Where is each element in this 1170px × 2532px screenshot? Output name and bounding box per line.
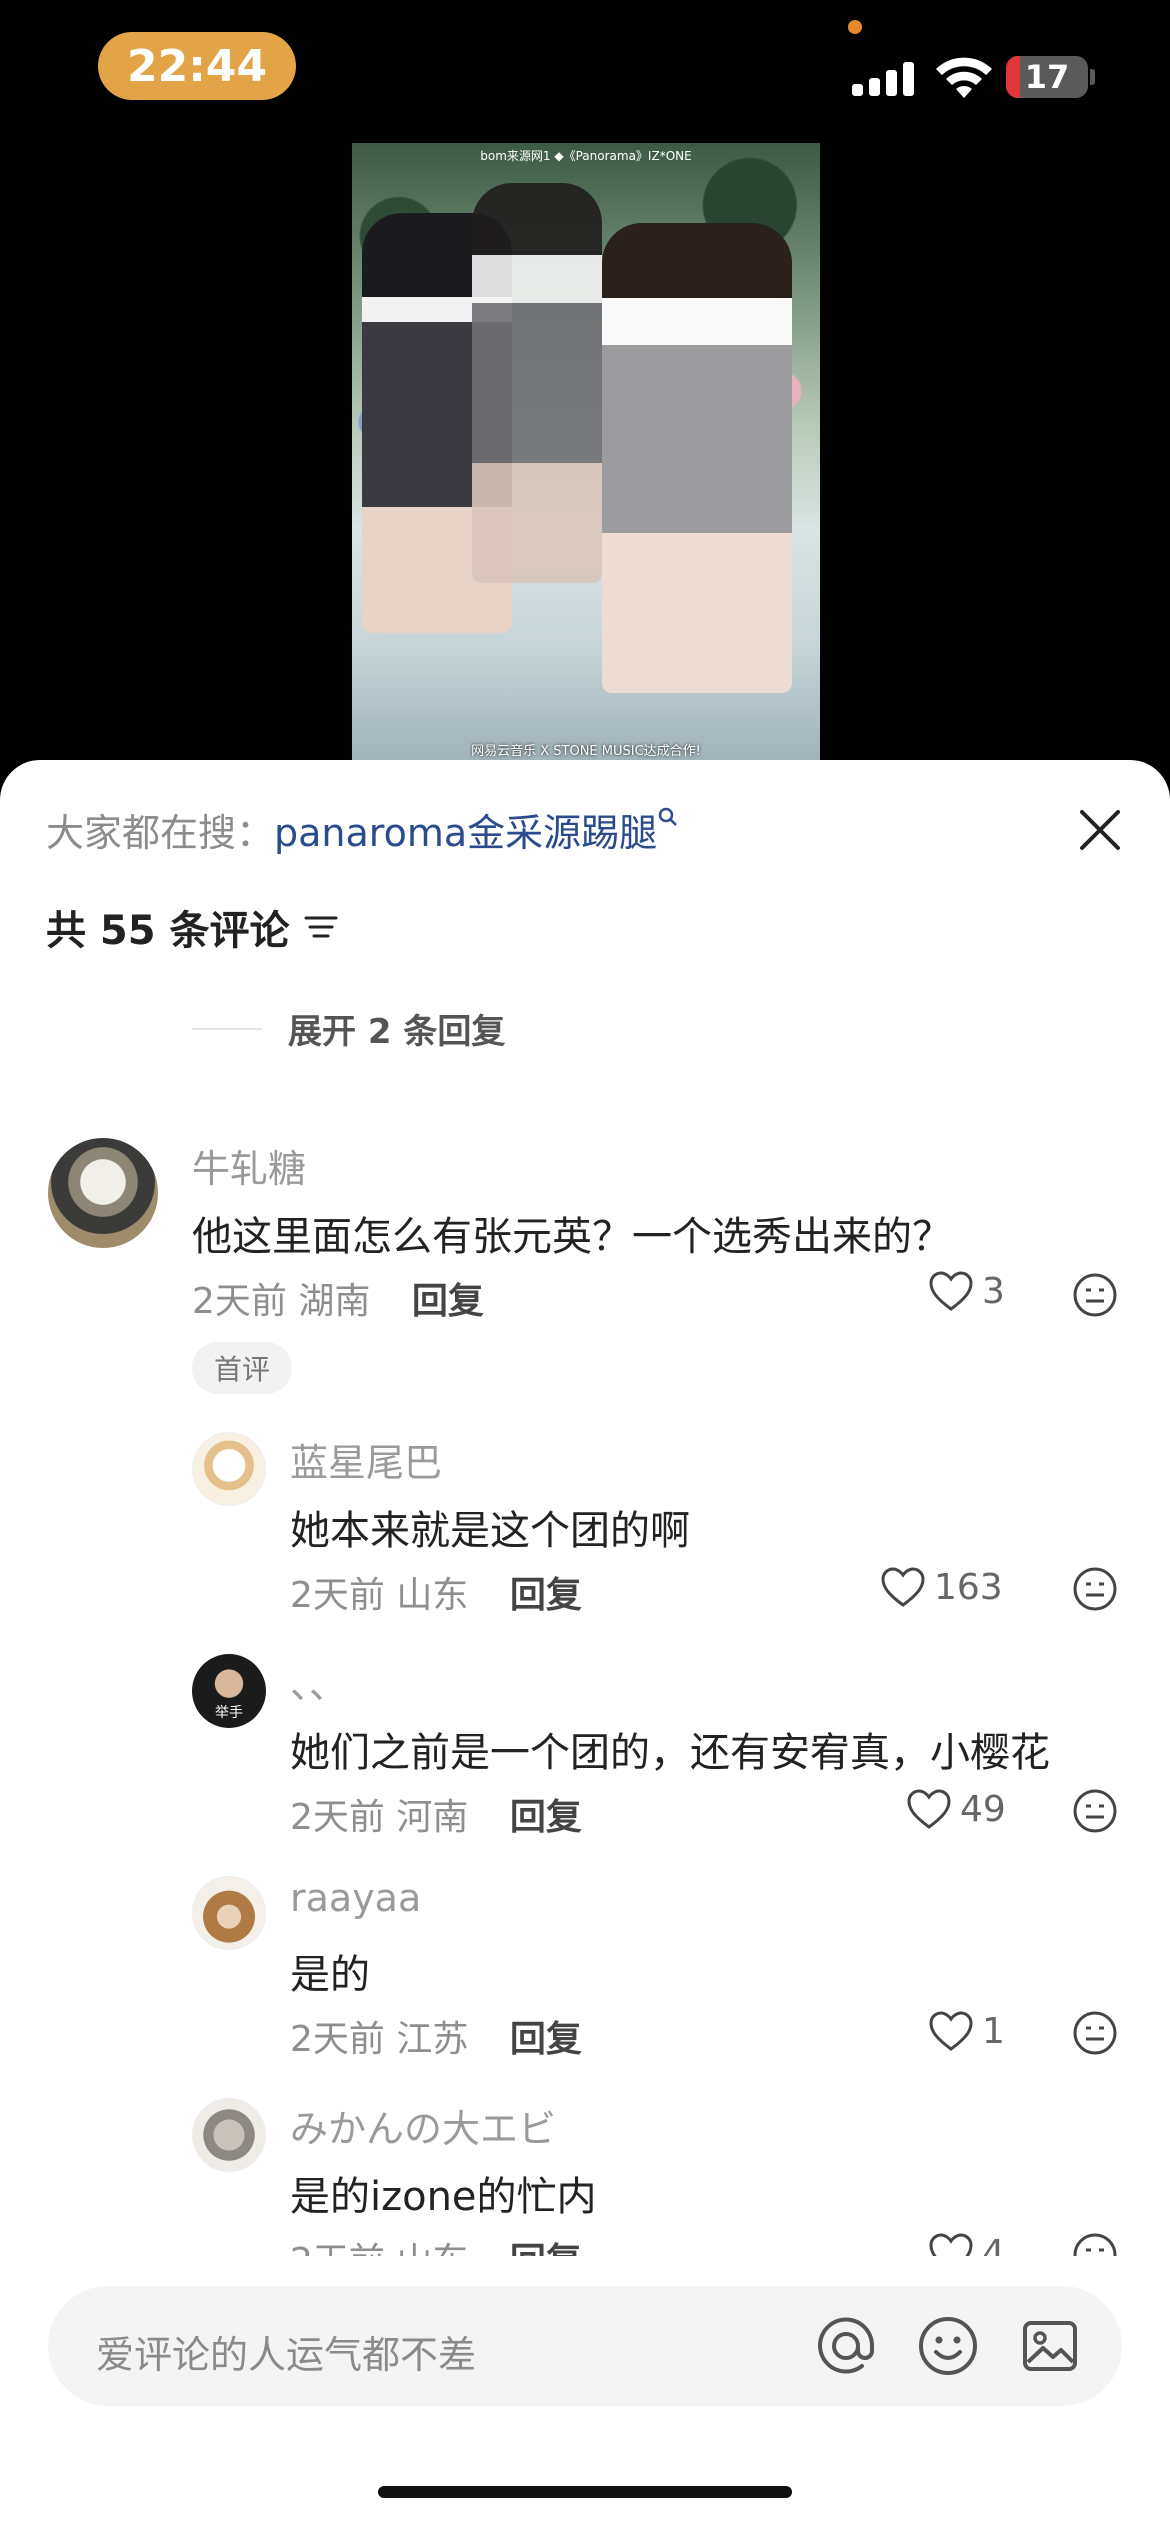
react-emoji-icon[interactable] [1072, 2010, 1118, 2056]
reply-location: 山东 [396, 1575, 469, 1616]
reply-meta: 2天前 山东 回复 [290, 1566, 582, 1618]
reply-author[interactable]: 蓝星尾巴 [290, 1432, 442, 1487]
comment-input-placeholder[interactable]: 爱评论的人运气都不差 [96, 2324, 476, 2379]
comment-location: 湖南 [298, 1281, 371, 1322]
battery-percentage: 17 [1024, 58, 1070, 96]
home-indicator[interactable] [378, 2486, 792, 2498]
comment-time: 2天前 [192, 1281, 287, 1322]
search-icon [658, 807, 678, 826]
like-button[interactable]: 1 [928, 2010, 1005, 2052]
cat-avatar[interactable] [192, 2098, 266, 2172]
privacy-indicator-dot [848, 20, 862, 34]
like-count: 1 [982, 2010, 1005, 2052]
reply-meta: 2天前 江苏 回复 [290, 2010, 582, 2062]
expand-replies-label: 展开 2 条回复 [288, 1012, 506, 1052]
battery-tip [1090, 69, 1095, 85]
reply-time: 2天前 [290, 2019, 385, 2060]
person-avatar[interactable]: 举手 [192, 1654, 266, 1728]
reply-location: 江苏 [396, 2019, 469, 2060]
heart-icon [929, 1271, 973, 1311]
battery-icon: 17 [1006, 56, 1088, 98]
mention-icon[interactable] [814, 2314, 878, 2378]
reply-location: 河南 [396, 1797, 469, 1838]
reply-button[interactable]: 回复 [510, 2019, 582, 2060]
reply-author[interactable]: みかんの大エビ [290, 2098, 556, 2153]
image-icon[interactable] [1018, 2314, 1082, 2378]
comment-text[interactable]: 他这里面怎么有张元英？一个选秀出来的？ [192, 1204, 952, 1262]
reply-text[interactable]: 是的 [290, 1942, 370, 2000]
comment-count-label: 共 55 条评论 [46, 908, 290, 954]
trending-search-query[interactable]: panaroma金采源踢腿 [274, 811, 657, 855]
reply-text[interactable]: 她们之前是一个团的，还有安宥真，小樱花 [290, 1720, 1050, 1778]
reply-text[interactable]: 她本来就是这个团的啊 [290, 1498, 690, 1556]
status-time[interactable]: 22:44 [98, 32, 296, 100]
video-top-caption: bom来源网1 ◆《Panorama》IZ*ONE [480, 149, 692, 163]
like-button[interactable]: 3 [928, 1270, 1005, 1312]
reply-author[interactable]: raayaa [290, 1876, 421, 1920]
dog-avatar[interactable] [48, 1138, 158, 1248]
reply-button[interactable]: 回复 [412, 1281, 484, 1322]
first-comment-badge: 首评 [192, 1342, 293, 1394]
comment-author[interactable]: 牛轧糖 [192, 1138, 306, 1193]
avatar-label: 举手 [215, 1705, 243, 1721]
heart-icon [881, 1567, 925, 1607]
heart-icon [907, 1789, 951, 1829]
comment-meta: 2天前 湖南 回复 [192, 1272, 484, 1324]
bear-avatar[interactable] [192, 1876, 266, 1950]
react-emoji-icon[interactable] [1072, 1788, 1118, 1834]
reply-button[interactable]: 回复 [510, 1797, 582, 1838]
reply-text[interactable]: 是的izone的忙内 [290, 2164, 597, 2222]
reply-button[interactable]: 回复 [510, 1575, 582, 1616]
react-emoji-icon[interactable] [1072, 1566, 1118, 1612]
comment-count-row: 共 55 条评论 [46, 898, 338, 956]
close-icon[interactable] [1074, 804, 1126, 856]
video-figure-middle [472, 183, 602, 583]
reply-meta: 2天前 河南 回复 [290, 1788, 582, 1840]
expand-divider [192, 1027, 262, 1030]
status-bar: 22:44 17 [0, 0, 1170, 140]
reply-time: 2天前 [290, 1575, 385, 1616]
expand-replies[interactable]: 展开 2 条回复 [192, 1004, 505, 1053]
reply-author[interactable]: 、、 [290, 1654, 347, 1709]
bear-cookie-avatar[interactable] [192, 1432, 266, 1506]
like-button[interactable]: 163 [880, 1566, 1003, 1608]
comment-composer[interactable]: 爱评论的人运气都不差 [48, 2286, 1122, 2406]
video-figure-right [602, 223, 792, 693]
heart-icon [929, 2011, 973, 2051]
cellular-signal-icon [852, 56, 916, 96]
react-emoji-icon[interactable] [1072, 1272, 1118, 1318]
like-count: 3 [982, 1270, 1005, 1312]
trending-search-prefix: 大家都在搜： [46, 811, 275, 855]
wifi-icon [936, 57, 992, 98]
like-count: 49 [960, 1788, 1006, 1830]
video-player[interactable]: bom来源网1 ◆《Panorama》IZ*ONE 网易云音乐 X STONE … [352, 143, 820, 763]
video-bottom-caption: 网易云音乐 X STONE MUSIC达成合作! [471, 744, 701, 759]
trending-search-hint[interactable]: 大家都在搜：panaroma金采源踢腿 [46, 802, 679, 857]
reply-time: 2天前 [290, 1797, 385, 1838]
emoji-icon[interactable] [916, 2314, 980, 2378]
like-count: 163 [934, 1566, 1003, 1608]
like-button[interactable]: 49 [906, 1788, 1006, 1830]
sort-icon[interactable] [304, 912, 338, 942]
